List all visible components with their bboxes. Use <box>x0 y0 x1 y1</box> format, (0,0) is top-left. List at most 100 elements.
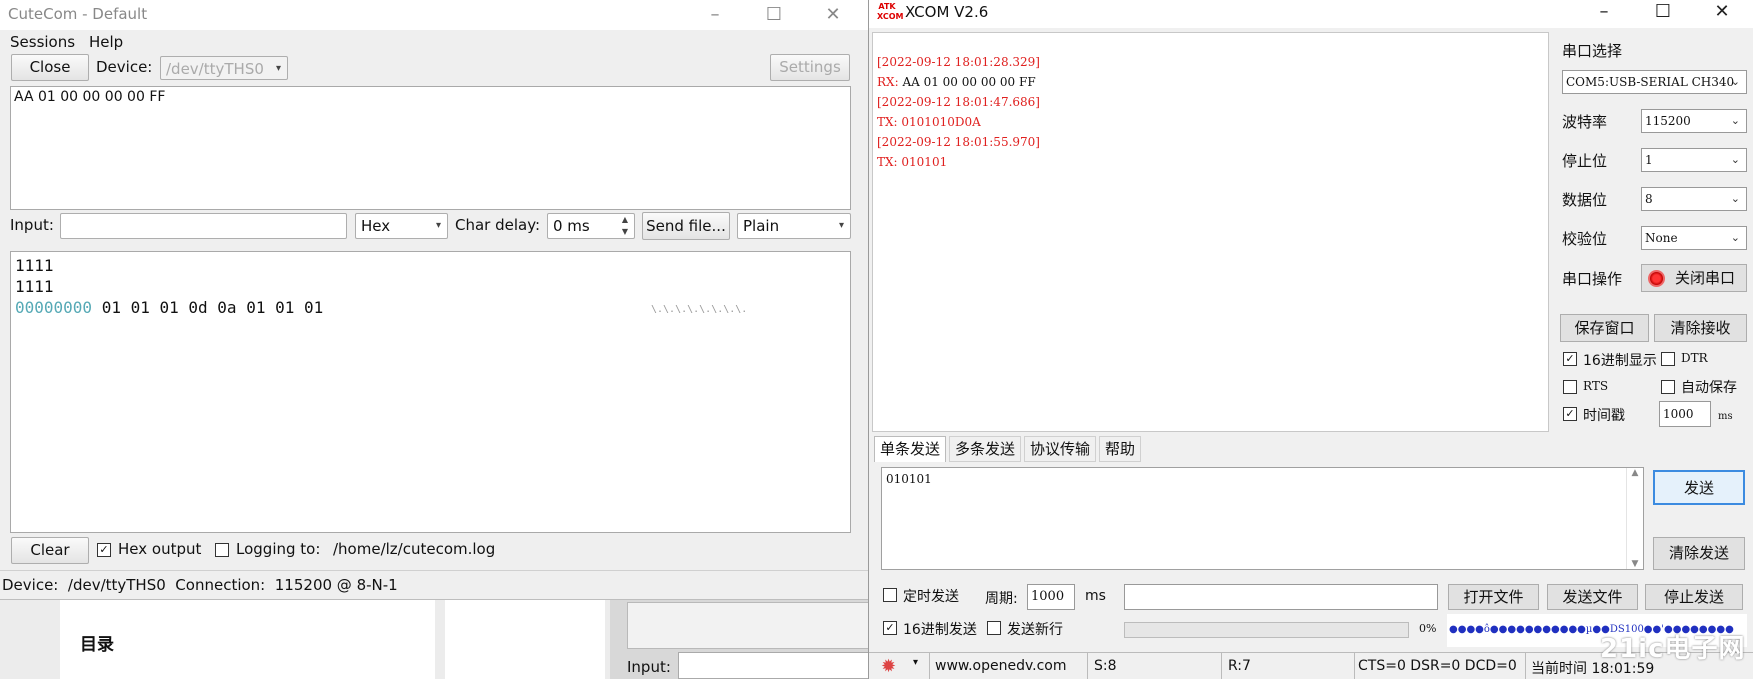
file-path-input[interactable] <box>1124 584 1438 610</box>
dtr-checkbox[interactable] <box>1661 352 1675 366</box>
gear-icon[interactable]: ✹ <box>881 656 896 677</box>
close-icon[interactable]: ✕ <box>813 2 853 28</box>
minimize-icon[interactable]: – <box>695 2 735 28</box>
scrollbar[interactable]: ▲ ▼ <box>1626 468 1643 569</box>
period-input[interactable]: 1000 <box>1027 584 1075 610</box>
close-port-button[interactable]: 关闭串口 <box>1641 264 1747 292</box>
hex-output-checkbox[interactable]: ✓ <box>97 543 111 557</box>
clear-button[interactable]: Clear <box>11 537 89 564</box>
timestamp-checkbox[interactable]: ✓ <box>1563 407 1577 421</box>
chevron-down-icon[interactable]: ▾ <box>913 657 918 668</box>
hex-send-label: 16进制发送 <box>903 622 977 638</box>
timestamp-input[interactable]: 1000 <box>1659 401 1711 427</box>
received-output[interactable]: AA 01 00 00 00 00 FF <box>10 86 851 210</box>
menu-help[interactable]: Help <box>89 33 123 51</box>
scroll-down-icon[interactable]: ▼ <box>1627 559 1643 569</box>
background-input[interactable] <box>678 652 880 679</box>
rts-checkbox[interactable] <box>1563 380 1577 394</box>
parity-select[interactable]: None ⌄ <box>1641 226 1747 250</box>
settings-button[interactable]: Settings <box>770 54 850 81</box>
auto-save-checkbox[interactable] <box>1661 380 1675 394</box>
baud-select[interactable]: 115200 ⌄ <box>1641 109 1747 133</box>
format-select[interactable]: Hex ▾ <box>355 213 448 239</box>
tab-protocol[interactable]: 协议传输 <box>1024 436 1097 462</box>
dtr-label: DTR <box>1681 351 1708 365</box>
receive-value: 0101010D0A <box>901 115 981 129</box>
timestamp-value: 1000 <box>1663 407 1694 421</box>
open-file-button[interactable]: 打开文件 <box>1448 584 1539 610</box>
divider <box>1354 653 1355 679</box>
window-title: XCOM V2.6 <box>905 3 989 21</box>
device-label: Device: <box>96 58 153 76</box>
data-bits-select[interactable]: 8 ⌄ <box>1641 187 1747 211</box>
logging-checkbox[interactable] <box>215 543 229 557</box>
close-icon[interactable]: ✕ <box>1699 0 1745 26</box>
scroll-up-icon[interactable]: ▲ <box>1627 468 1643 478</box>
receive-timestamp: [2022-09-12 18:01:28.329] <box>877 55 1040 69</box>
device-select[interactable]: /dev/ttyTHS0 ▾ <box>160 56 288 80</box>
receive-timestamp: [2022-09-12 18:01:47.686] <box>877 95 1040 109</box>
parity-label: 校验位 <box>1562 230 1608 248</box>
data-bits-value: 8 <box>1645 192 1653 206</box>
char-delay-spinbox[interactable]: 0 ms ▲ ▼ <box>547 213 635 239</box>
log-line: 1111 <box>15 277 54 296</box>
timestamp-label: 时间戳 <box>1583 408 1625 424</box>
tab-help[interactable]: 帮助 <box>1099 436 1142 462</box>
log-view[interactable]: 1111 1111 00000000 01 01 01 0d 0a 01 01 … <box>10 251 851 533</box>
background-card <box>445 600 605 679</box>
hex-display-checkbox[interactable]: ✓ <box>1563 352 1577 366</box>
maximize-icon[interactable]: ☐ <box>754 2 794 28</box>
clear-receive-button[interactable]: 清除接收 <box>1654 314 1747 342</box>
receive-prefix: TX: <box>877 155 902 169</box>
chevron-down-icon: ⌄ <box>1730 231 1740 244</box>
stop-bits-select[interactable]: 1 ⌄ <box>1641 148 1747 172</box>
watermark-logo: 21ic电子网 <box>1600 634 1746 664</box>
spin-arrows-icon[interactable]: ▲ ▼ <box>622 214 628 238</box>
close-button[interactable]: Close <box>11 54 89 81</box>
menu-sessions[interactable]: Sessions <box>10 33 75 51</box>
website-link[interactable]: www.openedv.com <box>935 658 1067 674</box>
parity-value: None <box>1645 231 1678 245</box>
minimize-icon[interactable]: – <box>1581 0 1627 26</box>
hex-send-checkbox[interactable]: ✓ <box>883 621 897 635</box>
port-select[interactable]: COM5:USB-SERIAL CH340 ⌄ <box>1562 70 1747 94</box>
timestamp-unit: ms <box>1718 411 1733 422</box>
send-textarea[interactable]: 010101 ▲ ▼ <box>881 467 1644 570</box>
rts-label: RTS <box>1583 379 1609 393</box>
receive-line: [2022-09-12 18:01:28.329] <box>877 55 1040 69</box>
receive-area[interactable]: [2022-09-12 18:01:28.329] RX: AA 01 00 0… <box>872 32 1549 432</box>
received-text: AA 01 00 00 00 00 FF <box>14 89 166 105</box>
stop-send-button[interactable]: 停止发送 <box>1645 584 1743 610</box>
baud-value: 115200 <box>1645 114 1691 128</box>
hex-bytes: 01 01 01 0d 0a 01 01 01 <box>101 298 324 317</box>
send-button[interactable]: 发送 <box>1653 470 1745 505</box>
send-file-button[interactable]: Send file... <box>642 212 730 240</box>
clear-send-button[interactable]: 清除发送 <box>1653 537 1745 570</box>
period-value: 1000 <box>1031 589 1065 604</box>
background-section-title: 目录 <box>80 635 114 655</box>
divider <box>929 653 930 679</box>
send-newline-label: 发送新行 <box>1007 622 1063 638</box>
maximize-icon[interactable]: ☐ <box>1640 0 1686 26</box>
chevron-down-icon: ▾ <box>838 220 844 231</box>
atk-logo-icon: ATK XCOM <box>877 2 904 21</box>
tab-multi-send[interactable]: 多条发送 <box>949 436 1022 462</box>
receive-line: TX: 010101 <box>877 155 947 169</box>
mode-select[interactable]: Plain ▾ <box>737 213 851 239</box>
stop-bits-label: 停止位 <box>1562 152 1608 170</box>
timed-send-checkbox[interactable] <box>883 588 897 602</box>
tab-single-send[interactable]: 单条发送 <box>874 436 947 462</box>
chevron-down-icon: ⌄ <box>1730 75 1740 88</box>
logging-path: /home/lz/cutecom.log <box>333 540 496 558</box>
background-input-label: Input: <box>627 658 671 676</box>
send-file-button[interactable]: 发送文件 <box>1547 584 1638 610</box>
format-value: Hex <box>361 217 391 235</box>
save-window-button[interactable]: 保存窗口 <box>1560 314 1649 342</box>
input-label: Input: <box>10 216 54 234</box>
data-bits-label: 数据位 <box>1562 191 1608 209</box>
progress-text: 0% <box>1419 622 1437 635</box>
receive-value: AA 01 00 00 00 00 FF <box>902 75 1036 89</box>
input-field[interactable] <box>60 213 347 239</box>
timed-send-label: 定时发送 <box>903 589 959 605</box>
send-newline-checkbox[interactable] <box>987 621 1001 635</box>
